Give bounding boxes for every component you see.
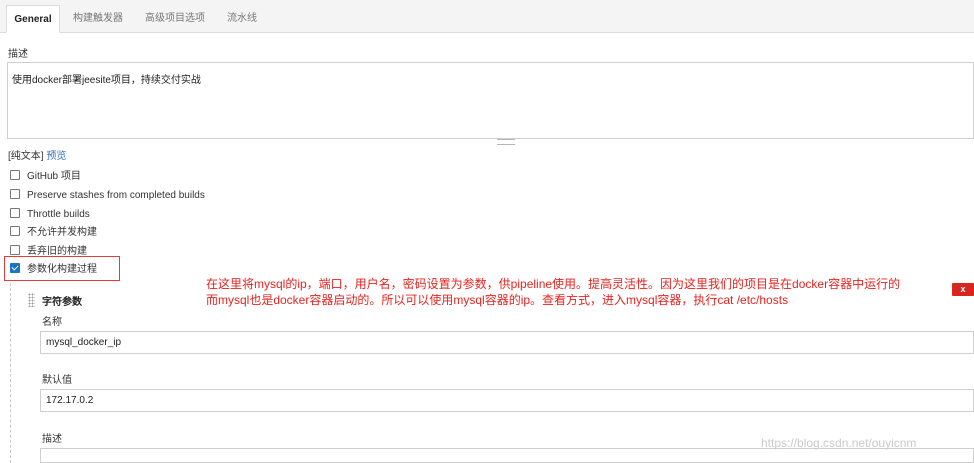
option-no-concurrent-builds[interactable]: 不允许并发构建 [10, 226, 97, 240]
tab-pipeline[interactable]: 流水线 [218, 5, 266, 32]
format-plain-text: [纯文本] [8, 151, 44, 162]
option-github-project[interactable]: GitHub 项目 [10, 170, 81, 184]
checkbox-icon[interactable] [10, 226, 20, 236]
tab-build-triggers[interactable]: 构建触发器 [64, 5, 132, 32]
option-preserve-stashes[interactable]: Preserve stashes from completed builds [10, 189, 205, 203]
resize-grip-icon[interactable] [497, 139, 515, 145]
option-throttle-builds[interactable]: Throttle builds [10, 208, 90, 222]
drag-handle-icon[interactable] [28, 293, 35, 307]
param-name-input[interactable]: mysql_docker_ip [40, 331, 974, 354]
param-description-label: 描述 [42, 434, 62, 445]
checkbox-icon[interactable] [10, 245, 20, 255]
tab-advanced-options[interactable]: 高级项目选项 [136, 5, 214, 32]
watermark: https://blog.csdn.net/ouyicnm [761, 436, 917, 450]
annotation-text: 在这里将mysql的ip，端口，用户名，密码设置为参数，供pipeline使用。… [206, 276, 966, 308]
param-default-input[interactable]: 172.17.0.2 [40, 389, 974, 412]
description-textarea[interactable]: 使用docker部署jeesite项目，持续交付实战 [7, 62, 974, 139]
option-label: 不允许并发构建 [27, 227, 97, 238]
annotation-line-1: 在这里将mysql的ip，端口，用户名，密码设置为参数，供pipeline使用。… [206, 277, 901, 291]
format-selector: [纯文本] 预览 [8, 147, 66, 162]
param-default-label: 默认值 [42, 375, 72, 386]
param-name-label: 名称 [42, 317, 62, 328]
close-button[interactable]: x [952, 283, 974, 296]
tab-general[interactable]: General [6, 5, 60, 33]
checkbox-icon[interactable] [10, 189, 20, 199]
option-label: Throttle builds [27, 209, 90, 220]
preview-link[interactable]: 预览 [46, 151, 66, 162]
checkbox-icon[interactable] [10, 208, 20, 218]
option-label: Preserve stashes from completed builds [27, 190, 205, 201]
description-label: 描述 [8, 49, 28, 60]
checkbox-icon[interactable] [10, 170, 20, 180]
option-label: GitHub 项目 [27, 171, 81, 182]
nesting-guide [10, 283, 11, 463]
param-description-input[interactable] [40, 448, 974, 463]
annotation-line-2: 而mysql也是docker容器启动的。所以可以使用mysql容器的ip。查看方… [206, 293, 789, 307]
tab-bar: General 构建触发器 高级项目选项 流水线 [0, 0, 974, 33]
highlight-box [4, 256, 120, 281]
param-type-title: 字符参数 [42, 297, 82, 308]
